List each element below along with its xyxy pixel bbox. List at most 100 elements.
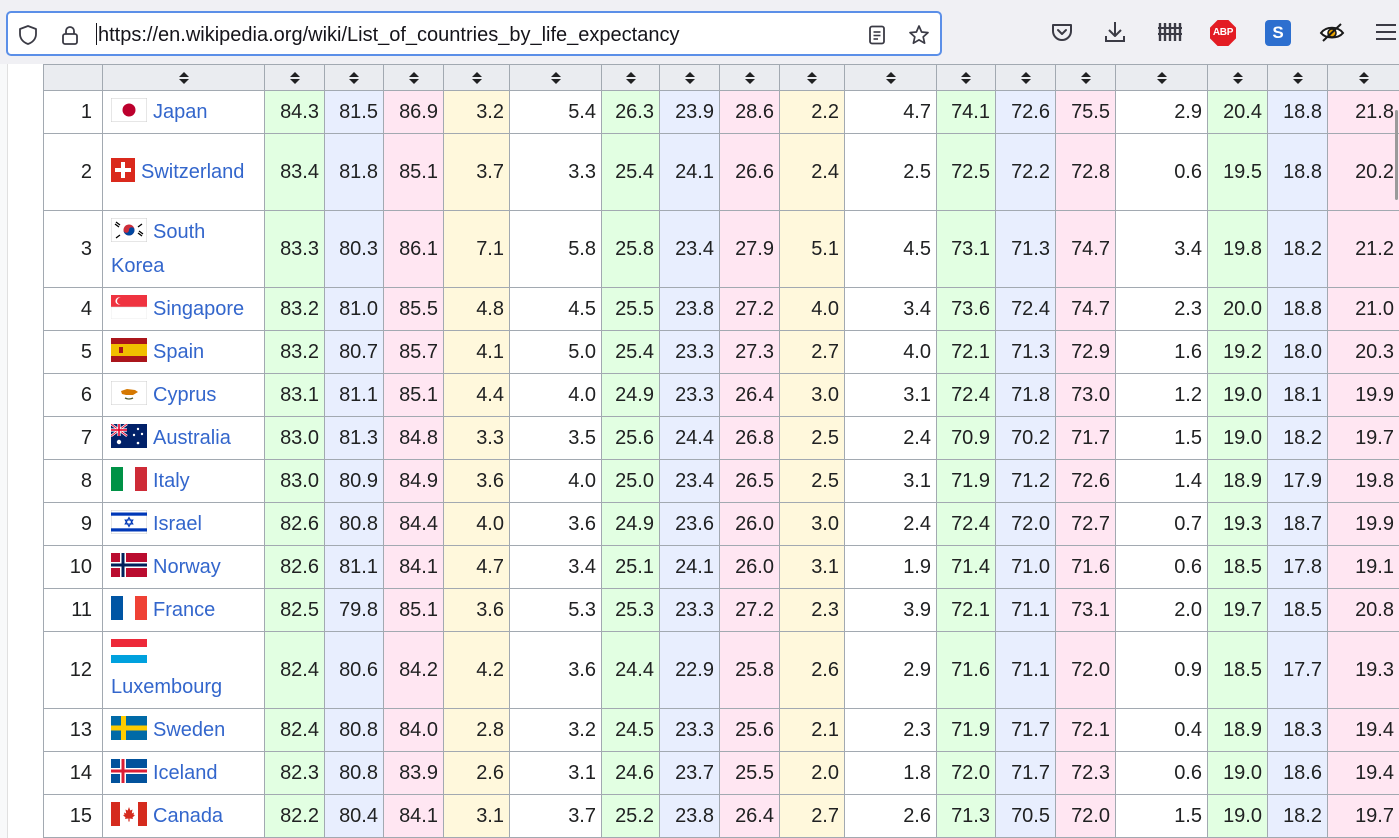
url-text[interactable]: https://en.wikipedia.org/wiki/List_of_co… bbox=[96, 23, 679, 47]
lock-icon[interactable] bbox=[59, 24, 81, 46]
bookmark-star-icon[interactable] bbox=[908, 24, 930, 46]
adblock-icon[interactable]: ABP bbox=[1210, 20, 1236, 46]
value-cell: 2.8 bbox=[443, 708, 510, 752]
menu-icon[interactable] bbox=[1372, 18, 1399, 46]
value-cell: 73.1 bbox=[1055, 588, 1116, 632]
sweden-flag-icon[interactable] bbox=[111, 716, 147, 740]
sort-arrows-icon[interactable] bbox=[684, 71, 696, 85]
value-cell: 3.4 bbox=[844, 287, 937, 331]
canada-flag-icon[interactable] bbox=[111, 802, 147, 826]
spain-flag-icon[interactable] bbox=[111, 338, 147, 362]
sort-arrows-icon[interactable] bbox=[1232, 71, 1244, 85]
sortable-column-header[interactable] bbox=[443, 64, 510, 91]
pocket-icon[interactable] bbox=[1048, 18, 1076, 46]
value-cell: 3.5 bbox=[509, 416, 602, 460]
value-cell: 19.0 bbox=[1207, 794, 1268, 838]
country-link[interactable]: France bbox=[153, 599, 215, 621]
country-link[interactable]: Iceland bbox=[153, 762, 218, 784]
sort-arrows-icon[interactable] bbox=[625, 71, 637, 85]
sortable-column-header[interactable] bbox=[102, 64, 265, 91]
value-cell: 18.8 bbox=[1267, 90, 1328, 134]
sortable-column-header[interactable] bbox=[509, 64, 602, 91]
eye-extension-icon[interactable] bbox=[1318, 18, 1346, 46]
sortable-column-header[interactable] bbox=[601, 64, 660, 91]
s-extension-icon[interactable]: S bbox=[1265, 20, 1291, 46]
country-link[interactable]: Sweden bbox=[153, 719, 225, 741]
singapore-flag-icon[interactable] bbox=[111, 295, 147, 319]
sort-arrows-icon[interactable] bbox=[1020, 71, 1032, 85]
download-icon[interactable] bbox=[1101, 18, 1129, 46]
country-link[interactable]: Spain bbox=[153, 341, 204, 363]
japan-flag-icon[interactable] bbox=[111, 98, 147, 122]
country-link[interactable]: Japan bbox=[153, 101, 208, 123]
sort-arrows-icon[interactable] bbox=[885, 71, 897, 85]
sort-arrows-icon[interactable] bbox=[348, 71, 360, 85]
cyprus-flag-icon[interactable] bbox=[111, 381, 147, 405]
table-body: 1 Japan 84.3 81.5 86.9 3.2 5.4 26.3 23.9 28.6 2.2 4… bbox=[43, 90, 1399, 838]
sort-arrows-icon[interactable] bbox=[1156, 71, 1168, 85]
sort-arrows-icon[interactable] bbox=[178, 71, 190, 85]
sort-arrows-icon[interactable] bbox=[1080, 71, 1092, 85]
sortable-column-header[interactable] bbox=[844, 64, 937, 91]
country-link[interactable]: Norway bbox=[153, 556, 221, 578]
sort-arrows-icon[interactable] bbox=[289, 71, 301, 85]
sortable-column-header[interactable] bbox=[383, 64, 444, 91]
value-cell: 71.2 bbox=[995, 459, 1056, 503]
iceland-flag-icon[interactable] bbox=[111, 759, 147, 783]
country-link[interactable]: Italy bbox=[153, 470, 190, 492]
table-header-row bbox=[43, 64, 1399, 91]
sort-arrows-icon[interactable] bbox=[471, 71, 483, 85]
country-link[interactable]: Switzerland bbox=[141, 161, 244, 183]
switzerland-flag-icon[interactable] bbox=[111, 158, 135, 182]
sort-arrows-icon[interactable] bbox=[408, 71, 420, 85]
reader-view-icon[interactable] bbox=[866, 24, 888, 46]
value-cell: 72.9 bbox=[1055, 330, 1116, 374]
value-cell: 71.4 bbox=[936, 545, 996, 589]
australia-flag-icon[interactable] bbox=[111, 424, 147, 448]
sortable-column-header[interactable] bbox=[1115, 64, 1208, 91]
sortable-column-header[interactable] bbox=[264, 64, 325, 91]
scrollbar-thumb[interactable] bbox=[1395, 110, 1398, 200]
sort-arrows-icon[interactable] bbox=[1358, 71, 1370, 85]
sortable-column-header[interactable] bbox=[1207, 64, 1268, 91]
value-cell: 82.6 bbox=[264, 545, 325, 589]
sort-arrows-icon[interactable] bbox=[744, 71, 756, 85]
norway-flag-icon[interactable] bbox=[111, 553, 147, 577]
value-cell: 25.5 bbox=[719, 751, 780, 795]
value-cell: 26.4 bbox=[719, 794, 780, 838]
country-link[interactable]: Cyprus bbox=[153, 384, 216, 406]
sort-arrows-icon[interactable] bbox=[806, 71, 818, 85]
value-cell: 4.7 bbox=[844, 90, 937, 134]
sortable-column-header[interactable] bbox=[1327, 64, 1399, 91]
country-link[interactable]: Luxembourg bbox=[111, 676, 222, 698]
sortable-column-header[interactable] bbox=[1055, 64, 1116, 91]
country-link[interactable]: Israel bbox=[153, 513, 202, 535]
sortable-column-header[interactable] bbox=[779, 64, 845, 91]
library-icon[interactable] bbox=[1156, 18, 1184, 46]
page-scrollbar[interactable] bbox=[1391, 64, 1399, 838]
value-cell: 82.2 bbox=[264, 794, 325, 838]
sortable-column-header[interactable] bbox=[659, 64, 720, 91]
sortable-column-header[interactable] bbox=[1267, 64, 1328, 91]
value-cell: 0.9 bbox=[1115, 631, 1208, 709]
country-link[interactable]: Australia bbox=[153, 427, 231, 449]
shield-icon[interactable] bbox=[17, 24, 39, 46]
italy-flag-icon[interactable] bbox=[111, 467, 147, 491]
sortable-column-header[interactable] bbox=[936, 64, 996, 91]
sort-arrows-icon[interactable] bbox=[960, 71, 972, 85]
value-cell: 80.3 bbox=[324, 210, 384, 288]
south-korea-flag-icon[interactable] bbox=[111, 218, 147, 242]
value-cell: 20.8 bbox=[1327, 588, 1399, 632]
sortable-column-header[interactable] bbox=[719, 64, 780, 91]
israel-flag-icon[interactable] bbox=[111, 510, 147, 534]
luxembourg-flag-icon[interactable] bbox=[111, 639, 147, 663]
sortable-column-header[interactable] bbox=[324, 64, 384, 91]
sort-arrows-icon[interactable] bbox=[1292, 71, 1304, 85]
france-flag-icon[interactable] bbox=[111, 596, 147, 620]
value-cell: 19.2 bbox=[1207, 330, 1268, 374]
country-link[interactable]: Singapore bbox=[153, 298, 244, 320]
sort-arrows-icon[interactable] bbox=[550, 71, 562, 85]
url-bar[interactable]: https://en.wikipedia.org/wiki/List_of_co… bbox=[6, 11, 942, 56]
sortable-column-header[interactable] bbox=[995, 64, 1056, 91]
country-link[interactable]: Canada bbox=[153, 805, 223, 827]
